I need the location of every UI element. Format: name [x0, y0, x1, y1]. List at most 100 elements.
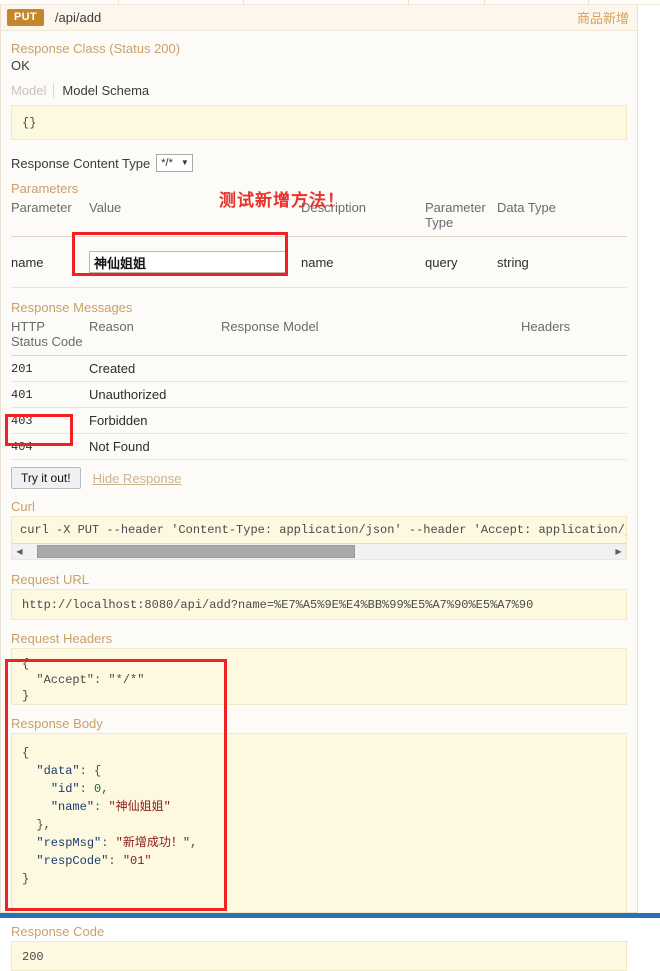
- status-code: 404: [11, 433, 89, 460]
- response-content-type-value: */*: [161, 157, 173, 169]
- json-token: "id": [50, 782, 80, 796]
- param-type-cell: query: [425, 236, 497, 288]
- request-headers-line-3: }: [22, 689, 30, 703]
- json-token: "name": [50, 800, 95, 814]
- status-reason: Unauthorized: [89, 381, 221, 408]
- response-messages-title: Response Messages: [11, 300, 133, 315]
- try-it-out-button[interactable]: Try it out!: [11, 467, 81, 489]
- response-content-type-row: Response Content Type */* ▼: [11, 154, 627, 172]
- col-description: Description: [301, 198, 425, 237]
- status-code: 201: [11, 355, 89, 382]
- col-value: Value: [89, 198, 301, 237]
- response-body-line: }: [22, 870, 616, 888]
- json-token: ,: [190, 836, 198, 850]
- request-headers-title: Request Headers: [11, 631, 113, 646]
- param-value-cell: [89, 236, 301, 288]
- json-token: : {: [79, 764, 102, 778]
- json-token: "01": [122, 854, 152, 868]
- col-http-status-code: HTTP Status Code: [11, 317, 89, 356]
- param-name-cell: name: [11, 236, 89, 288]
- param-datatype-cell: string: [497, 236, 627, 288]
- name-input[interactable]: [89, 251, 287, 273]
- response-body-line: },: [22, 816, 616, 834]
- response-body-line: "respCode": "01": [22, 852, 616, 870]
- json-token: ,: [101, 782, 109, 796]
- json-token: "data": [36, 764, 80, 778]
- scroll-left-arrow-icon[interactable]: ◀: [12, 544, 27, 559]
- scrollbar-thumb[interactable]: [37, 545, 355, 558]
- parameters-table: Parameter Value Description Parameter Ty…: [11, 198, 627, 288]
- scroll-right-arrow-icon[interactable]: ▶: [611, 544, 626, 559]
- json-token: "respMsg": [36, 836, 102, 850]
- json-token: :: [101, 836, 116, 850]
- operation-summary: 商品新增: [576, 11, 629, 26]
- curl-command[interactable]: curl -X PUT --header 'Content-Type: appl…: [12, 517, 626, 543]
- response-body-line: "id": 0,: [22, 780, 616, 798]
- http-method-badge: PUT: [7, 9, 44, 26]
- response-body-content[interactable]: { "data": { "id": 0, "name": "神仙姐姐" }, "…: [11, 733, 627, 913]
- json-token: "新增成功！": [115, 836, 191, 850]
- table-row: 404 Not Found: [11, 433, 627, 460]
- model-tabs: Model Model Schema: [11, 83, 627, 98]
- request-url-value[interactable]: http://localhost:8080/api/add?name=%E7%A…: [11, 589, 627, 620]
- table-row: 201 Created: [11, 355, 627, 382]
- status-model: [221, 355, 521, 382]
- json-token: :: [108, 854, 123, 868]
- col-headers: Headers: [521, 317, 627, 356]
- param-description-cell: name: [301, 236, 425, 288]
- status-code: 403: [11, 407, 89, 434]
- response-messages-header-row: HTTP Status Code Reason Response Model H…: [11, 317, 627, 356]
- request-url-title: Request URL: [11, 572, 90, 587]
- request-headers-body[interactable]: { "Accept": "*/*" }: [11, 648, 627, 705]
- model-schema-signature[interactable]: {}: [11, 105, 627, 140]
- table-row: name name query string: [11, 236, 627, 288]
- response-body-line: "data": {: [22, 762, 616, 780]
- json-token: :: [79, 782, 95, 796]
- json-token: :: [94, 800, 109, 814]
- parameters-title: Parameters: [11, 181, 79, 196]
- response-messages-table: HTTP Status Code Reason Response Model H…: [11, 317, 627, 460]
- json-token: "神仙姐姐": [108, 800, 171, 814]
- operation-heading[interactable]: PUT /api/add 商品新增: [1, 5, 637, 31]
- response-body-title: Response Body: [11, 716, 103, 731]
- response-content-type-select[interactable]: */* ▼: [156, 154, 193, 172]
- json-token: {: [22, 746, 30, 760]
- submit-row: Try it out! Hide Response: [11, 467, 627, 489]
- table-row: 401 Unauthorized: [11, 381, 627, 408]
- tab-model[interactable]: Model: [11, 83, 53, 98]
- tab-model-schema[interactable]: Model Schema: [53, 83, 156, 98]
- operation-path[interactable]: /api/add: [55, 10, 101, 25]
- status-model: [221, 407, 521, 434]
- status-reason: Forbidden: [89, 407, 221, 434]
- json-token: "respCode": [36, 854, 109, 868]
- status-headers: [521, 433, 627, 460]
- response-class-title: Response Class (Status 200): [11, 41, 181, 56]
- request-headers-line-1: {: [22, 657, 30, 671]
- response-body-line: "respMsg": "新增成功！",: [22, 834, 616, 852]
- col-response-model: Response Model: [221, 317, 521, 356]
- curl-block: curl -X PUT --header 'Content-Type: appl…: [11, 516, 627, 560]
- hide-response-link[interactable]: Hide Response: [93, 471, 182, 486]
- status-headers: [521, 407, 627, 434]
- col-parameter-type: Parameter Type: [425, 198, 497, 237]
- operation-content: Response Class (Status 200) OK Model Mod…: [1, 31, 637, 971]
- json-token: }: [22, 872, 30, 886]
- status-headers: [521, 355, 627, 382]
- response-class-status: OK: [11, 58, 30, 73]
- col-reason: Reason: [89, 317, 221, 356]
- json-token: },: [36, 818, 51, 832]
- col-parameter: Parameter: [11, 198, 89, 237]
- response-code-title: Response Code: [11, 924, 105, 939]
- status-reason: Created: [89, 355, 221, 382]
- status-model: [221, 433, 521, 460]
- curl-horizontal-scrollbar[interactable]: ◀ ▶: [12, 543, 626, 559]
- window-bottom-bar: [0, 913, 660, 918]
- response-body-line: {: [22, 744, 616, 762]
- operation-panel: PUT /api/add 商品新增 Response Class (Status…: [0, 5, 638, 971]
- parameters-header-row: Parameter Value Description Parameter Ty…: [11, 198, 627, 237]
- chevron-down-icon: ▼: [180, 158, 189, 167]
- curl-title: Curl: [11, 499, 35, 514]
- status-headers: [521, 381, 627, 408]
- col-data-type: Data Type: [497, 198, 627, 237]
- response-body-line: "name": "神仙姐姐": [22, 798, 616, 816]
